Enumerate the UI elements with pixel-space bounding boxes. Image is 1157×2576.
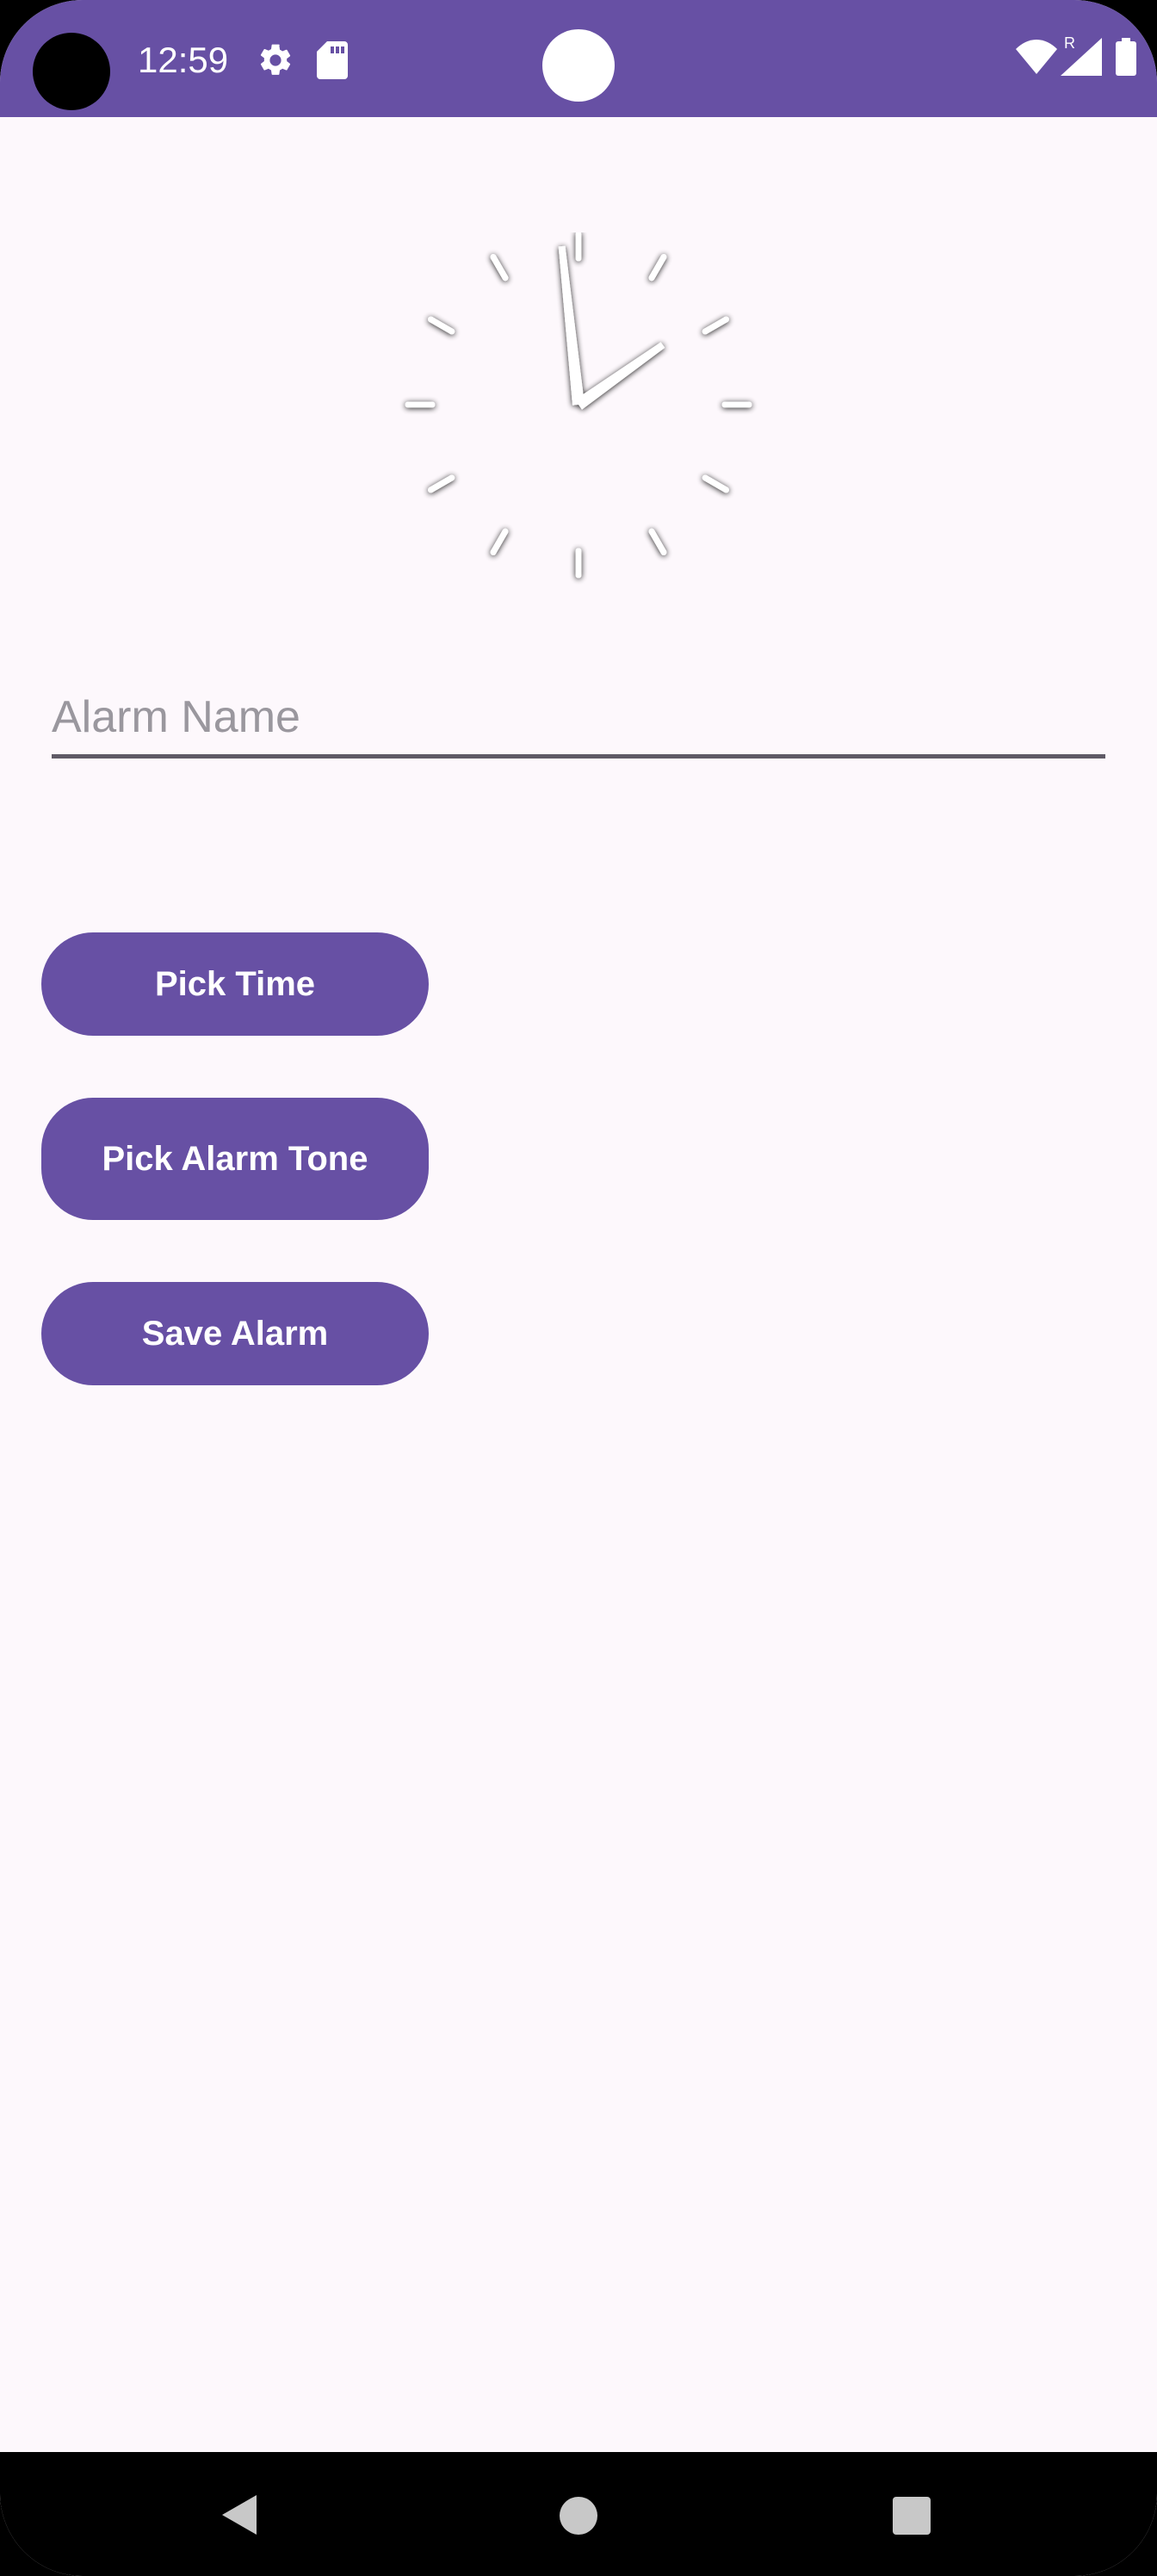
analog-clock [405, 232, 752, 579]
save-alarm-button[interactable]: Save Alarm [41, 1282, 429, 1385]
back-icon[interactable] [219, 2493, 260, 2536]
save-alarm-label: Save Alarm [141, 1315, 329, 1353]
app-screen: 12:59 R Alarm Name Pick Time Pick Alarm … [0, 0, 1157, 2576]
pick-time-label: Pick Time [154, 965, 316, 1003]
gear-icon [260, 44, 291, 75]
status-bar: 12:59 R [0, 0, 1157, 117]
alarm-name-underline [52, 754, 1105, 759]
sd-card-icon [317, 41, 348, 79]
clock-tick [702, 474, 729, 493]
clock-tick [490, 528, 509, 555]
front-camera [33, 33, 110, 110]
pick-alarm-tone-button[interactable]: Pick Alarm Tone [41, 1098, 429, 1220]
clock-tick [428, 316, 455, 335]
clock-hour-hand [575, 342, 665, 410]
roaming-indicator: R [1064, 34, 1075, 52]
recents-icon[interactable] [893, 2497, 931, 2535]
battery-icon [1116, 38, 1136, 76]
alarm-name-field[interactable] [52, 680, 1105, 759]
camera-cutout [542, 29, 615, 102]
pick-alarm-tone-label: Pick Alarm Tone [102, 1140, 368, 1178]
clock-tick [648, 254, 667, 282]
alarm-name-input[interactable] [52, 680, 1105, 754]
signal-icon: R [1061, 34, 1102, 76]
wifi-icon [1016, 40, 1057, 74]
home-icon[interactable] [560, 2497, 597, 2535]
navigation-bar [0, 2452, 1157, 2576]
pick-time-button[interactable]: Pick Time [41, 932, 429, 1036]
status-time: 12:59 [138, 40, 229, 80]
clock-tick [648, 528, 667, 555]
clock-tick [490, 254, 509, 282]
clock-minute-hand [558, 245, 585, 406]
clock-tick [428, 474, 455, 493]
clock-tick [702, 316, 729, 335]
